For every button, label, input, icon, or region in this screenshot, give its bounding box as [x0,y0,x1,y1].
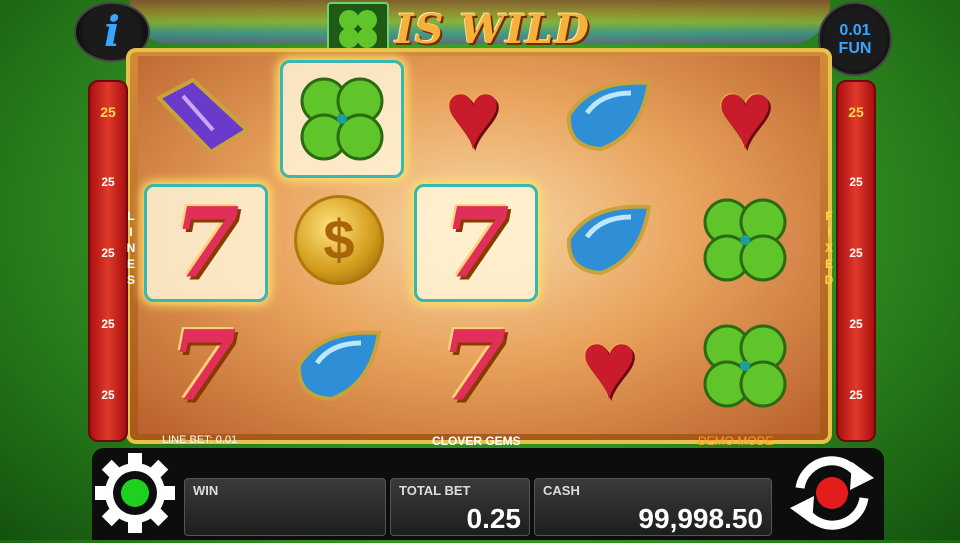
total-bet-value: 0.25 [466,503,522,534]
clover-symbol [280,60,404,178]
reel-area: 7 7 $ ♥ 7 7 ♥ ♥ [138,56,820,434]
line-number: 25 [849,246,863,260]
cash-panel: CASH 99,998.50 [534,478,772,536]
blue-drop-symbol [550,184,668,296]
coin-symbol: $ [280,184,398,296]
seven-symbol: 7 [439,309,507,423]
label-letter: F [825,209,833,223]
label-letter: D [824,273,834,287]
label-letter: L [127,209,135,223]
spin-icon [790,456,874,530]
settings-button[interactable] [92,448,178,534]
label-letter: X [824,241,833,255]
line-number: 25 [848,104,864,120]
demo-mode-label: DEMO MODE [698,434,774,448]
lines-right-bar: 25 25 25 25 25 [836,80,876,442]
red-heart-symbol: ♥ [444,62,502,169]
seven-symbol: 7 [144,184,268,302]
cash-value: 99,998.50 [638,503,763,534]
clover-symbol [686,184,804,296]
line-number: 25 [849,175,863,189]
win-panel: WIN [184,478,386,536]
line-number: 25 [100,104,116,120]
info-icon: i [104,7,120,56]
line-number: 25 [849,317,863,331]
label-letter: I [827,225,831,239]
blue-drop-symbol [550,60,668,172]
gear-icon [95,453,175,533]
cash-label: CASH [543,483,580,498]
clover-symbol [686,310,804,422]
line-number: 25 [101,317,115,331]
label-letter: N [126,241,136,255]
lines-left-bar: 25 25 25 25 25 [88,80,128,442]
total-bet-label: TOTAL BET [399,483,471,498]
lines-label: LINES [124,208,138,288]
blue-drop-symbol [280,310,398,422]
game-title: IS WILD [395,6,590,53]
seven-symbol: 7 [169,309,237,423]
fun-amount: 0.01 [839,22,871,39]
line-bet-text: LINE BET: 0.01 [162,434,238,446]
line-number: 25 [101,175,115,189]
label-letter: E [126,257,135,271]
line-number: 25 [101,388,115,402]
line-number: 25 [849,388,863,402]
red-heart-symbol: ♥ [716,62,774,169]
win-label: WIN [193,483,219,498]
game-name: CLOVER GEMS [432,434,521,448]
seven-symbol: 7 [414,184,538,302]
red-heart-symbol: ♥ [580,312,638,419]
spin-button[interactable] [780,448,884,538]
total-bet-panel[interactable]: TOTAL BET 0.25 [390,478,530,536]
label-letter: I [129,225,133,239]
label-letter: E [824,257,833,271]
purple-gem-symbol [144,60,262,172]
fixed-label: FIXED [822,208,836,288]
line-number: 25 [101,246,115,260]
label-letter: S [126,273,135,287]
